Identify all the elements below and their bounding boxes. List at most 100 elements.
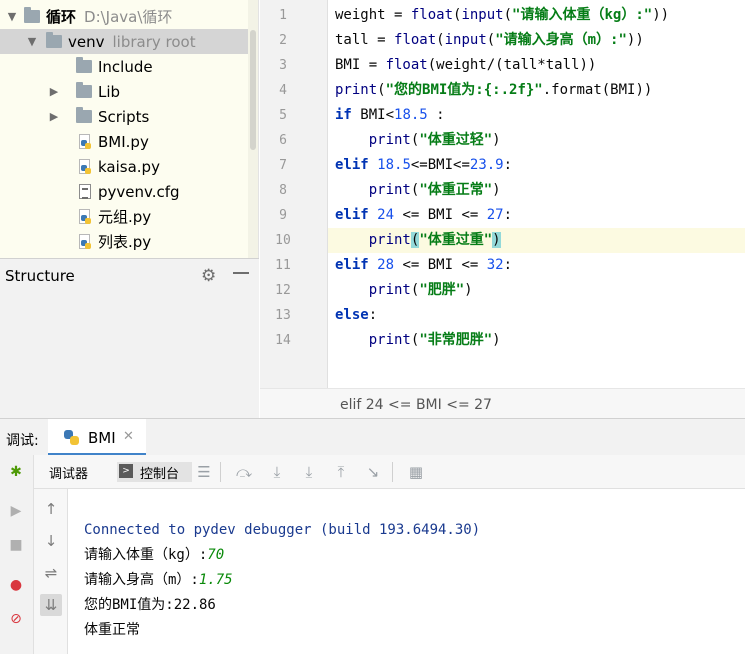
debug-toolbar: 调试器 > 控制台 ☰ ⤼ ⤓ ⤓ ⤒ ↘ ▦ bbox=[34, 455, 745, 489]
tab-label: BMI bbox=[88, 429, 116, 447]
chevron-down-icon[interactable]: ▼ bbox=[26, 35, 38, 48]
config-file-icon bbox=[79, 184, 91, 199]
project-tree: ▼ 循环 D:\Java\循环 ▼ venv library root Incl… bbox=[0, 0, 259, 258]
code-line-12[interactable]: print("肥胖") bbox=[335, 278, 473, 303]
code-line-8[interactable]: print("体重正常") bbox=[335, 178, 501, 203]
chevron-right-icon[interactable]: ▶ bbox=[48, 110, 60, 123]
console-user-input: 70 bbox=[207, 547, 225, 563]
tree-item-label: Include bbox=[98, 57, 153, 76]
console-line: 体重正常 bbox=[84, 622, 140, 638]
tree-root-folder[interactable]: ▼ 循环 D:\Java\循环 bbox=[0, 4, 248, 29]
venv-folder-name: venv bbox=[68, 32, 105, 51]
root-folder-path: D:\Java\循环 bbox=[84, 8, 173, 26]
root-folder-name: 循环 bbox=[46, 8, 77, 26]
tree-item-pyvenv-cfg[interactable]: pyvenv.cfg bbox=[0, 179, 248, 204]
tree-item-tuple-py[interactable]: 元组.py bbox=[0, 204, 248, 229]
folder-icon bbox=[24, 7, 40, 23]
tab-debugger[interactable]: 调试器 bbox=[49, 463, 88, 482]
code-line-4[interactable]: print("您的BMI值为:{:.2f}".format(BMI)) bbox=[335, 78, 652, 103]
ide-window: ▼ 循环 D:\Java\循环 ▼ venv library root Incl… bbox=[0, 0, 745, 654]
tree-item-label: Scripts bbox=[98, 107, 150, 126]
tree-item-label: 列表.py bbox=[98, 233, 152, 251]
rerun-debug-icon[interactable]: ✱ bbox=[6, 462, 26, 482]
tree-item-label: Lib bbox=[98, 82, 121, 101]
tree-item-label: BMI.py bbox=[98, 132, 149, 151]
tree-item-label: kaisa.py bbox=[98, 157, 160, 176]
mute-breakpoints-icon[interactable]: ⊘ bbox=[6, 609, 26, 629]
library-root-tag: library root bbox=[112, 32, 196, 51]
chevron-down-icon[interactable]: ▼ bbox=[6, 10, 18, 23]
view-breakpoints-icon[interactable]: ● bbox=[6, 575, 26, 595]
evaluate-expression-icon[interactable]: ▦ bbox=[406, 462, 426, 482]
close-icon[interactable]: ✕ bbox=[123, 429, 134, 444]
code-line-2[interactable]: tall = float(input("请输入身高（m）:")) bbox=[335, 28, 644, 53]
console-prompt: 请输入体重（kg）: bbox=[84, 547, 208, 563]
code-line-9[interactable]: elif 24 <= BMI <= 27: bbox=[335, 203, 512, 228]
console-line: Connected to pydev debugger (build 193.6… bbox=[84, 522, 481, 538]
code-line-7[interactable]: elif 18.5<=BMI<=23.9: bbox=[335, 153, 512, 178]
folder-icon bbox=[46, 32, 62, 48]
line-number: 10 bbox=[275, 233, 291, 248]
debug-left-toolbar: ✱ ▶ ■ ● ⊘ bbox=[0, 455, 34, 654]
line-number: 13 bbox=[275, 308, 291, 323]
tree-venv-folder[interactable]: ▼ venv library root bbox=[0, 29, 248, 54]
stop-icon[interactable]: ■ bbox=[6, 535, 26, 555]
line-number: 7 bbox=[279, 158, 287, 173]
code-line-11[interactable]: elif 28 <= BMI <= 32: bbox=[335, 253, 512, 278]
scrollbar-thumb[interactable] bbox=[250, 30, 256, 150]
tab-console[interactable]: 控制台 bbox=[140, 463, 179, 482]
tree-item-scripts[interactable]: ▶ Scripts bbox=[0, 104, 248, 129]
breadcrumb-text[interactable]: elif 24 <= BMI <= 27 bbox=[340, 397, 492, 413]
run-to-cursor-icon[interactable]: ↘ bbox=[363, 462, 383, 482]
tree-item-lib[interactable]: ▶ Lib bbox=[0, 79, 248, 104]
folder-icon bbox=[76, 57, 92, 73]
line-number: 5 bbox=[279, 108, 287, 123]
structure-panel: Structure ⚙ bbox=[0, 258, 259, 418]
step-out-icon[interactable]: ⤒ bbox=[331, 462, 351, 482]
line-number: 4 bbox=[279, 83, 287, 98]
code-line-13[interactable]: else: bbox=[335, 303, 377, 328]
tab-bmi-run[interactable]: BMI ✕ bbox=[48, 419, 146, 456]
code-editor[interactable]: 1 2 3 4 5 6 7 8 9 10 11 12 13 14 weight = float(input… bbox=[260, 0, 745, 418]
tree-item-kaisa-py[interactable]: kaisa.py bbox=[0, 154, 248, 179]
line-number: 6 bbox=[279, 133, 287, 148]
step-into-my-code-icon[interactable]: ⤓ bbox=[299, 462, 319, 482]
code-line-5[interactable]: if BMI<18.5 : bbox=[335, 103, 445, 128]
tree-item-bmi-py[interactable]: BMI.py bbox=[0, 129, 248, 154]
menu-icon[interactable]: ☰ bbox=[194, 462, 214, 482]
line-number: 3 bbox=[279, 58, 287, 73]
tree-item-list-py[interactable]: 列表.py bbox=[0, 229, 248, 254]
code-line-10[interactable]: print("体重过重") bbox=[335, 228, 501, 253]
code-line-1[interactable]: weight = float(input("请输入体重（kg）:")) bbox=[335, 3, 669, 28]
code-line-6[interactable]: print("体重过轻") bbox=[335, 128, 501, 153]
gear-icon[interactable]: ⚙ bbox=[201, 266, 216, 286]
line-number: 9 bbox=[279, 208, 287, 223]
minimize-icon[interactable] bbox=[233, 272, 249, 274]
arrow-down-icon[interactable]: ↓ bbox=[40, 530, 62, 552]
code-line-3[interactable]: BMI = float(weight/(tall*tall)) bbox=[335, 53, 596, 78]
python-file-icon bbox=[78, 208, 92, 225]
chevron-right-icon[interactable]: ▶ bbox=[48, 85, 60, 98]
arrow-up-icon[interactable]: ↑ bbox=[40, 498, 62, 520]
console-line: 您的BMI值为:22.86 bbox=[84, 597, 216, 613]
console-line: 请输入身高（m）:1.75 bbox=[84, 568, 233, 593]
step-over-icon[interactable]: ⤼ bbox=[234, 462, 254, 482]
tree-item-include[interactable]: Include bbox=[0, 54, 248, 79]
soft-wrap-icon[interactable]: ⇌ bbox=[40, 562, 62, 584]
scroll-to-end-icon[interactable]: ⇊ bbox=[40, 594, 62, 616]
console-user-input: 1.75 bbox=[198, 572, 233, 588]
step-into-icon[interactable]: ⤓ bbox=[267, 462, 287, 482]
console-output[interactable]: Connected to pydev debugger (build 193.6… bbox=[68, 489, 745, 654]
resume-icon[interactable]: ▶ bbox=[6, 501, 26, 521]
code-line-14[interactable]: print("非常肥胖") bbox=[335, 328, 501, 353]
structure-title: Structure bbox=[5, 267, 75, 285]
console-icon: > bbox=[119, 464, 133, 478]
console-line: 请输入体重（kg）:70 bbox=[84, 543, 224, 568]
editor-breadcrumb[interactable]: elif 24 <= BMI <= 27 bbox=[260, 388, 745, 418]
console-prompt: 请输入身高（m）: bbox=[84, 572, 199, 588]
line-number: 1 bbox=[279, 8, 287, 23]
tree-item-label: pyvenv.cfg bbox=[98, 182, 180, 201]
folder-icon bbox=[76, 107, 92, 123]
project-scrollbar[interactable] bbox=[248, 0, 258, 258]
line-number: 8 bbox=[279, 183, 287, 198]
